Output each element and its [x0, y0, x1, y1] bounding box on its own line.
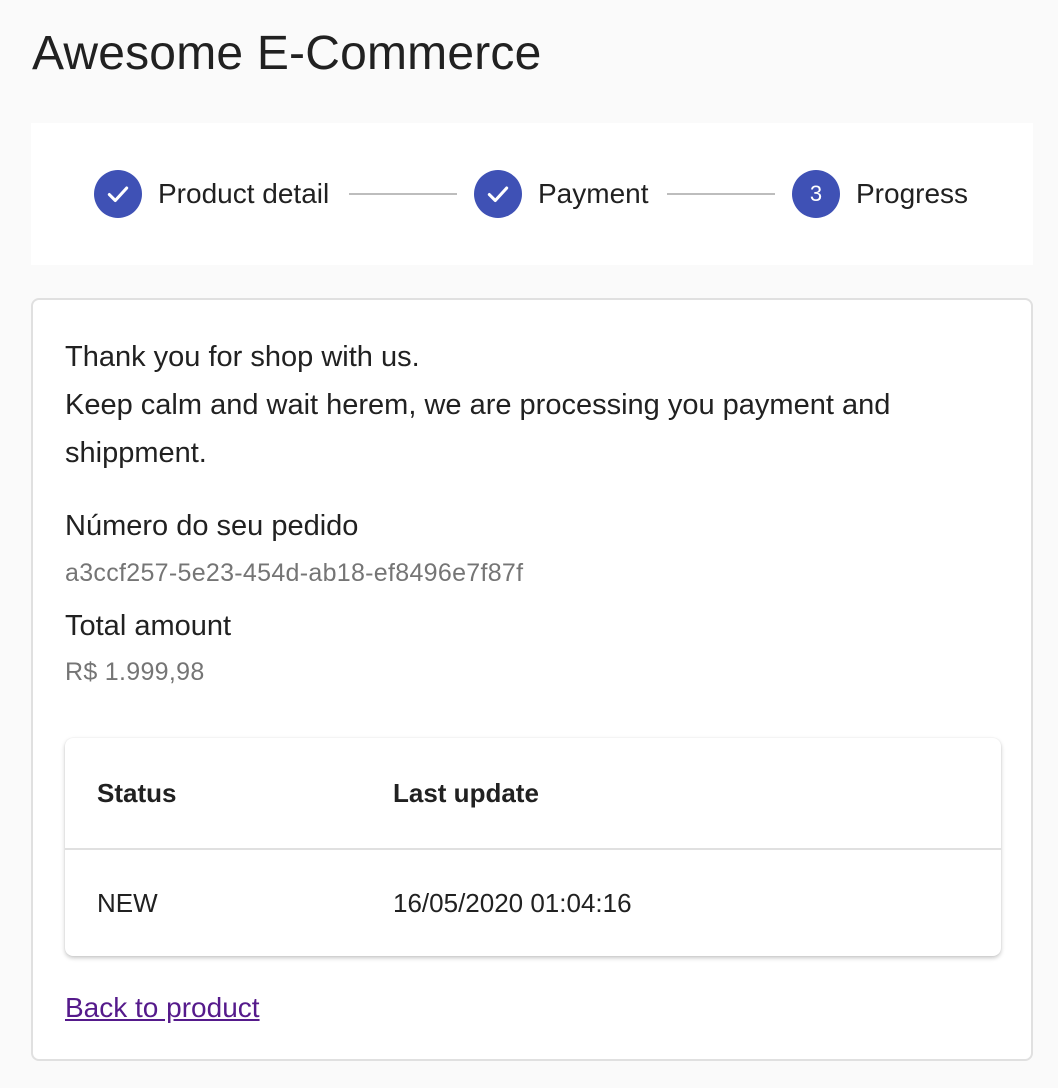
column-header-last-update: Last update	[393, 778, 539, 808]
step-connector	[349, 193, 457, 195]
step-label: Progress	[856, 178, 969, 209]
order-confirmation-card: Thank you for shop with us. Keep calm an…	[31, 298, 1033, 1061]
page-title: Awesome E-Commerce	[32, 27, 542, 80]
check-icon	[94, 170, 142, 218]
order-number-value: a3ccf257-5e23-454d-ab18-ef8496e7f87f	[65, 559, 524, 587]
status-cell: NEW	[97, 888, 158, 918]
divider	[65, 848, 1001, 850]
step-product-detail: Product detail	[94, 170, 330, 218]
thank-you-message: Thank you for shop with us.	[65, 341, 420, 373]
column-header-status: Status	[97, 778, 177, 808]
step-label: Product detail	[158, 178, 330, 209]
back-to-product-link[interactable]: Back to product	[65, 992, 260, 1024]
step-payment: Payment	[474, 170, 649, 218]
checkout-stepper: Product detail Payment 3 Progress	[31, 123, 1033, 265]
order-number-label: Número do seu pedido	[65, 510, 359, 542]
step-connector	[667, 193, 775, 195]
total-amount-value: R$ 1.999,98	[65, 658, 205, 686]
check-icon	[474, 170, 522, 218]
step-label: Payment	[538, 178, 649, 209]
status-table: Status Last update NEW 16/05/2020 01:04:…	[65, 738, 1001, 956]
step-progress: 3 Progress	[792, 170, 969, 218]
processing-message: Keep calm and wait herem, we are process…	[65, 389, 891, 421]
processing-message-continued: shippment.	[65, 437, 207, 469]
last-update-cell: 16/05/2020 01:04:16	[393, 888, 632, 918]
total-amount-label: Total amount	[65, 610, 232, 642]
step-number: 3	[792, 170, 840, 218]
